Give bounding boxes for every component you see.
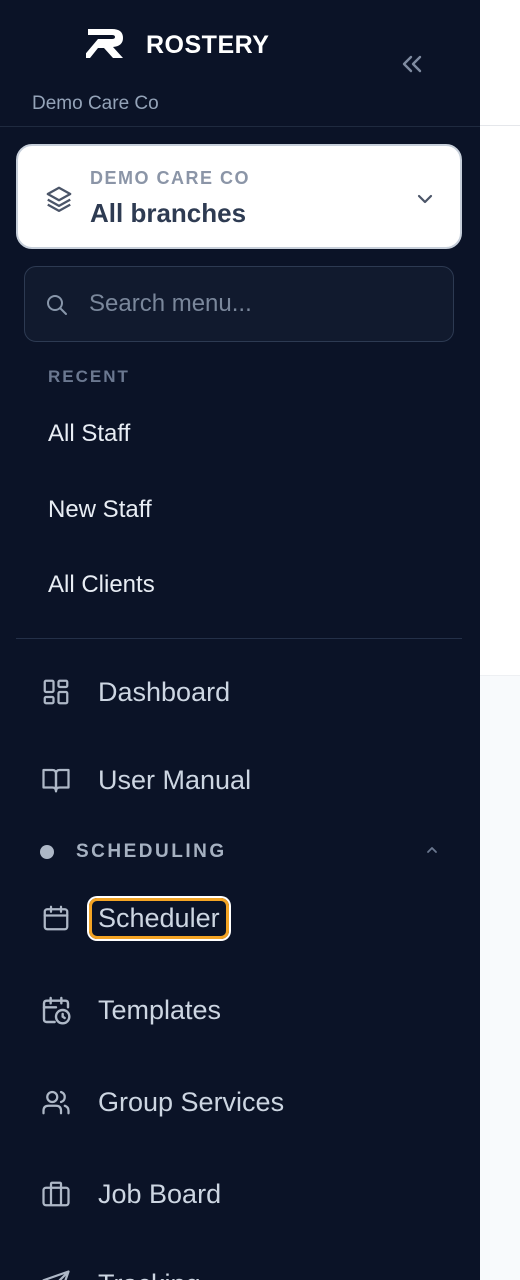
users-icon: [40, 1086, 72, 1118]
send-icon: [40, 1268, 72, 1280]
book-open-icon: [40, 764, 72, 796]
branch-org-label: DEMO CARE CO: [90, 168, 251, 188]
dashboard-grid-icon: [40, 676, 72, 708]
layers-icon: [44, 184, 74, 219]
content-header: [480, 0, 520, 126]
sidebar: ROSTERY Demo Care Co DEMO CARE CO All br…: [0, 0, 480, 1280]
chevron-down-icon: [414, 188, 436, 215]
main-content: [480, 0, 520, 1280]
content-body: [480, 675, 520, 1280]
collapse-sidebar-button[interactable]: [396, 48, 428, 80]
nav-label: Dashboard: [98, 676, 231, 707]
nav-label: Job Board: [98, 1178, 222, 1209]
nav-label: Group Services: [98, 1086, 285, 1117]
search-input[interactable]: [89, 281, 429, 327]
nav-item-user-manual[interactable]: User Manual: [40, 758, 251, 802]
recent-section-label: RECENT: [48, 367, 130, 386]
calendar-icon: [40, 902, 72, 934]
brand-logo-icon: [82, 25, 126, 66]
divider: [16, 638, 462, 639]
nav-label: Scheduler: [89, 897, 229, 939]
branch-selector[interactable]: DEMO CARE CO All branches: [16, 144, 462, 249]
nav-item-job-board[interactable]: Job Board: [40, 1172, 221, 1216]
nav-item-dashboard[interactable]: Dashboard: [40, 670, 230, 714]
recent-item-new-staff[interactable]: New Staff: [48, 496, 152, 524]
nav-label: Templates: [98, 994, 222, 1025]
nav-item-scheduler[interactable]: Scheduler: [40, 896, 229, 940]
org-subtitle: Demo Care Co: [32, 93, 159, 114]
divider: [0, 126, 480, 127]
brand[interactable]: ROSTERY: [82, 25, 270, 66]
recent-item-all-clients[interactable]: All Clients: [48, 571, 155, 599]
briefcase-icon: [40, 1178, 72, 1210]
brand-name: ROSTERY: [146, 30, 270, 59]
search-menu-field[interactable]: [24, 266, 454, 342]
calendar-clock-icon: [40, 994, 72, 1026]
section-label: SCHEDULING: [76, 841, 227, 862]
nav-item-tracking[interactable]: Tracking: [40, 1262, 201, 1280]
section-scheduling[interactable]: SCHEDULING: [40, 838, 440, 866]
search-icon: [45, 293, 69, 322]
branch-selected-value: All branches: [90, 198, 247, 228]
chevron-up-icon: [424, 842, 440, 863]
recent-item-all-staff[interactable]: All Staff: [48, 420, 130, 448]
nav-label: Tracking: [98, 1269, 201, 1280]
nav-item-group-services[interactable]: Group Services: [40, 1080, 284, 1124]
nav-item-templates[interactable]: Templates: [40, 988, 221, 1032]
double-chevron-left-icon: [402, 55, 422, 73]
nav-label: User Manual: [98, 764, 252, 795]
section-dot: [40, 845, 54, 859]
